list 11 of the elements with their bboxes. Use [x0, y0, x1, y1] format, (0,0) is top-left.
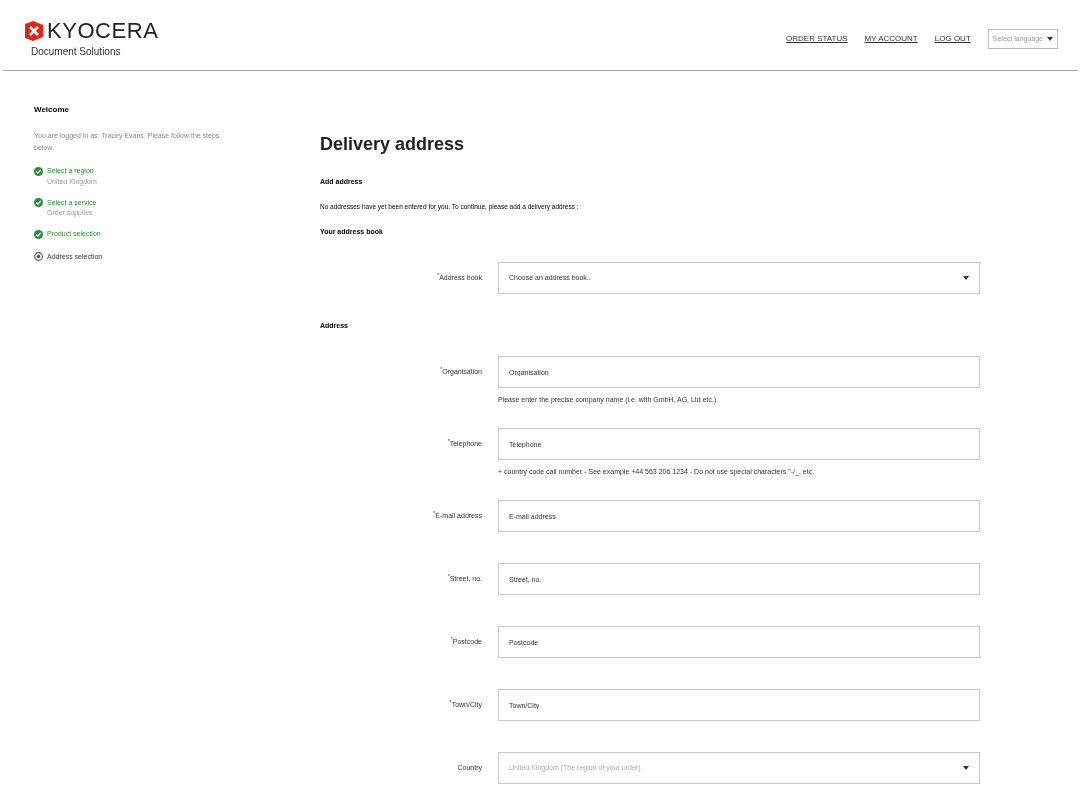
nav-link[interactable]: LOG OUT	[934, 33, 971, 45]
nav-link[interactable]: MY ACCOUNT	[864, 33, 918, 45]
sidebar-title: Welcome	[34, 104, 70, 116]
caret-icon	[1047, 37, 1053, 41]
logo-tagline: Document Solutions	[31, 45, 122, 59]
logo-wordmark: KYOCERA	[47, 20, 159, 42]
logo-icon	[23, 20, 45, 42]
caret-icon	[963, 276, 969, 280]
nav-link[interactable]: ORDER STATUS	[786, 33, 848, 45]
caret-icon	[963, 766, 969, 770]
page-title: Delivery address	[320, 135, 466, 153]
